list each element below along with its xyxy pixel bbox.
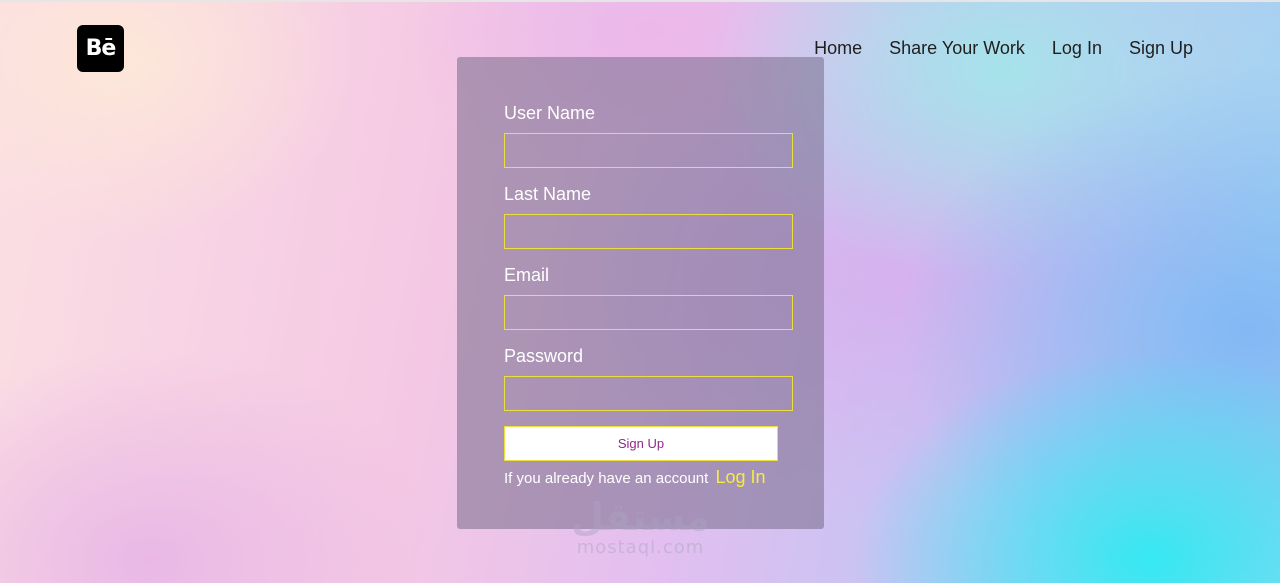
main-nav: Home Share Your Work Log In Sign Up — [814, 38, 1193, 59]
nav-signup-link[interactable]: Sign Up — [1129, 38, 1193, 59]
lastname-label: Last Name — [504, 184, 592, 204]
account-prompt: If you already have an account Log In — [504, 467, 793, 488]
nav-share-work-link[interactable]: Share Your Work — [889, 38, 1025, 59]
password-label: Password — [504, 346, 584, 366]
username-input[interactable] — [504, 133, 793, 168]
logo-text: Bē — [85, 36, 117, 61]
email-input[interactable] — [504, 295, 793, 330]
lastname-input[interactable] — [504, 214, 793, 249]
username-label: User Name — [504, 103, 596, 123]
password-input[interactable] — [504, 376, 793, 411]
account-prompt-text: If you already have an account — [504, 470, 709, 487]
login-link[interactable]: Log In — [715, 467, 765, 487]
nav-home-link[interactable]: Home — [814, 38, 862, 59]
watermark-latin: mostaql.com — [576, 537, 705, 558]
top-border — [0, 0, 1280, 2]
signup-card: User Name Last Name Email Password Sign … — [457, 57, 824, 529]
signup-form: User Name Last Name Email Password Sign … — [504, 102, 793, 488]
nav-login-link[interactable]: Log In — [1052, 38, 1102, 59]
email-label: Email — [504, 265, 550, 285]
signup-button[interactable]: Sign Up — [504, 426, 778, 461]
behance-logo-icon[interactable]: Bē — [77, 25, 124, 72]
